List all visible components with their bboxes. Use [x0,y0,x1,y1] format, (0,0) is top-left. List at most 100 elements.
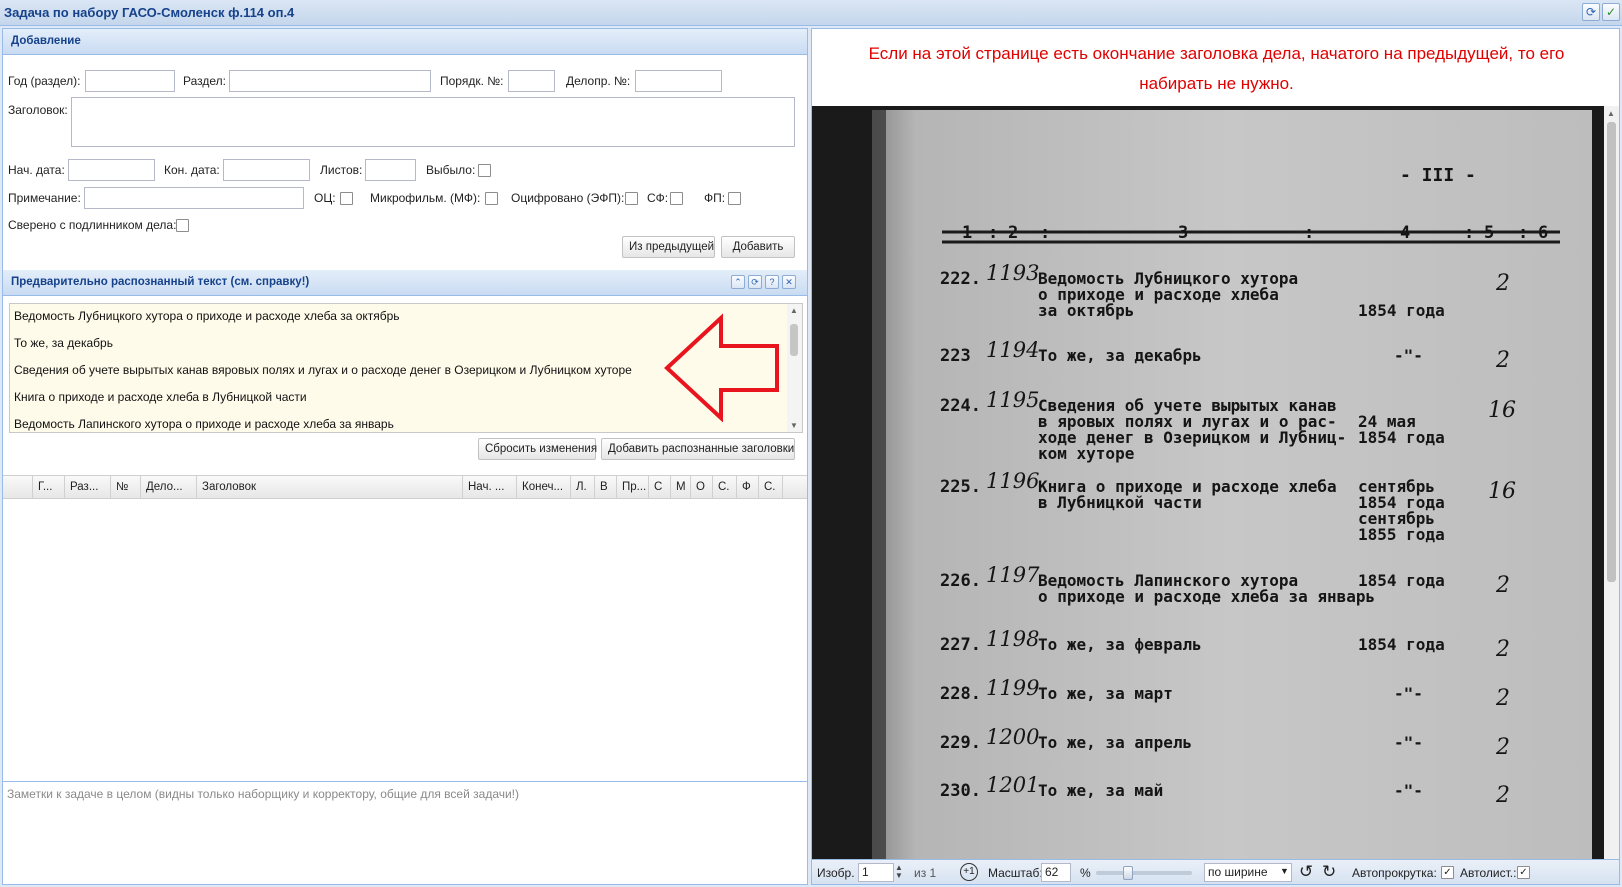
grid-col-sheets[interactable]: Л. [571,476,595,498]
header-cell: 5 [1484,223,1494,243]
list-item[interactable]: Сведения об учете вырытых канав вяровых … [14,363,632,377]
image-number-input[interactable]: 1 [858,863,894,882]
grid-col-mf[interactable]: М [671,476,691,498]
collapse-icon[interactable]: ⌃ [731,275,745,289]
list-item[interactable]: То же, за декабрь [14,336,113,350]
heading-textarea[interactable] [71,97,795,147]
row-date-line: 1854 года [1358,301,1445,320]
recognized-scrollbar[interactable]: ▲ ▼ [787,304,802,432]
row-number: 228. [940,684,981,704]
sf-checkbox[interactable] [670,192,683,205]
task-notes-textarea[interactable]: Заметки к задаче в целом (видны только н… [3,781,807,884]
autosheet-checkbox[interactable]: ✓ [1517,866,1530,879]
add-button[interactable]: Добавить [721,236,795,258]
header-cell: : [988,223,998,243]
help-icon[interactable]: ? [765,275,779,289]
fp-checkbox[interactable] [728,192,741,205]
row-sheets: 2 [1495,573,1510,598]
row-number: 224. [940,396,981,416]
rotate-right-icon[interactable]: ↻ [1322,862,1336,882]
grid-col-note[interactable]: Пр... [617,476,649,498]
list-item[interactable]: Книга о приходе и расходе хлеба в Лубниц… [14,390,307,404]
viewer-scroll-up-icon[interactable]: ▲ [1607,109,1615,118]
row-number: 223 [940,346,971,366]
grid-col-select[interactable] [3,476,33,498]
close-icon[interactable]: ✕ [782,275,796,289]
end-date-input[interactable] [223,159,310,181]
row-handwritten-number: 1200 [986,725,1039,749]
grid-col-section[interactable]: Раз... [65,476,111,498]
viewer-scrollbar-thumb[interactable] [1607,122,1616,582]
grid-col-year[interactable]: Г... [33,476,65,498]
rotate-plus-one-icon[interactable]: +1 [960,863,978,881]
scale-slider-track[interactable] [1096,866,1192,880]
grid-col-number[interactable]: № [111,476,141,498]
document-image-viewer[interactable]: - III -1:2:3:4:5:6 222. 1193 Ведомость Лубн… [812,106,1619,859]
row-handwritten-number: 1194 [986,338,1039,362]
refresh-icon[interactable]: ⟳ [1582,3,1600,21]
row-handwritten-number: 1197 [986,563,1040,587]
grid-col-heading[interactable]: Заголовок [197,476,463,498]
row-handwritten-number: 1201 [986,773,1039,797]
fit-mode-select[interactable]: по ширине [1204,863,1292,882]
percent-label: % [1080,866,1091,880]
oc-label: ОЦ: [314,191,336,205]
grid-col-removed[interactable]: В [595,476,617,498]
order-no-input[interactable] [508,70,555,92]
list-item[interactable]: Ведомость Лубницкого хутора о приходе и … [14,309,400,323]
grid-col-sf[interactable]: С. [713,476,737,498]
microfilm-checkbox[interactable] [485,192,498,205]
row-handwritten-number: 1198 [986,627,1039,651]
heading-label: Заголовок: [8,103,68,117]
reset-changes-button[interactable]: Сбросить изменения [478,438,597,460]
check-icon[interactable]: ✓ [1602,3,1620,21]
add-panel-header: Добавление [3,29,807,55]
refresh-small-icon[interactable]: ⟳ [748,275,762,289]
grid-col-start[interactable]: Нач. ... [463,476,517,498]
section-input[interactable] [229,70,431,92]
verified-label: Сверено с подлинником дела: [8,218,177,232]
note-input[interactable] [84,187,304,209]
warning-line-1: Если на этой странице есть окончание заг… [868,44,1565,63]
removed-checkbox[interactable] [478,164,491,177]
oc-checkbox[interactable] [340,192,353,205]
grid-col-fp[interactable]: Ф [737,476,759,498]
image-spinner-icon[interactable]: ▲ ▼ [895,864,903,880]
digitized-checkbox[interactable] [625,192,638,205]
fit-mode-value: по ширине [1208,865,1268,879]
row-title-line: То же, за декабрь [1038,346,1202,365]
row-number: 226. [940,571,981,591]
grid-col-efp[interactable]: О [691,476,713,498]
verified-checkbox[interactable] [176,219,189,232]
grid-col-verified[interactable]: С. [759,476,783,498]
scale-slider-thumb[interactable] [1123,866,1133,880]
start-date-input[interactable] [68,159,155,181]
chevron-down-icon[interactable]: ▼ [1280,866,1289,876]
scrollbar-thumb[interactable] [790,324,798,356]
section-label: Раздел: [183,74,226,88]
grid-col-end[interactable]: Конеч... [517,476,571,498]
end-date-label: Кон. дата: [164,163,220,177]
rotate-left-icon[interactable]: ↺ [1299,862,1313,882]
viewer-scrollbar[interactable]: ▲ [1604,106,1619,859]
scroll-down-icon[interactable]: ▼ [790,421,798,430]
note-label: Примечание: [8,191,81,205]
scale-input[interactable]: 62 [1041,863,1071,882]
row-sheets: 2 [1495,735,1510,760]
sheets-input[interactable] [365,159,416,181]
grid-col-oc[interactable]: С [649,476,671,498]
header-cell: : [1304,223,1314,243]
header-cell: 3 [1178,223,1188,243]
list-item[interactable]: Ведомость Лапинского хутора о приходе и … [14,417,394,431]
scroll-up-icon[interactable]: ▲ [790,306,798,315]
add-recognized-button[interactable]: Добавить распознанные заголовки [601,438,795,460]
delopr-no-input[interactable] [635,70,722,92]
from-previous-button[interactable]: Из предыдущей [622,236,715,258]
autoscroll-checkbox[interactable]: ✓ [1441,866,1454,879]
row-sheets: 2 [1495,783,1510,808]
right-pane: Если на этой странице есть окончание заг… [811,28,1620,885]
row-title-line: о приходе и расходе хлеба за январь [1038,587,1375,606]
grid-col-delo[interactable]: Дело... [141,476,197,498]
row-number: 229. [940,733,981,753]
year-input[interactable] [85,70,175,92]
